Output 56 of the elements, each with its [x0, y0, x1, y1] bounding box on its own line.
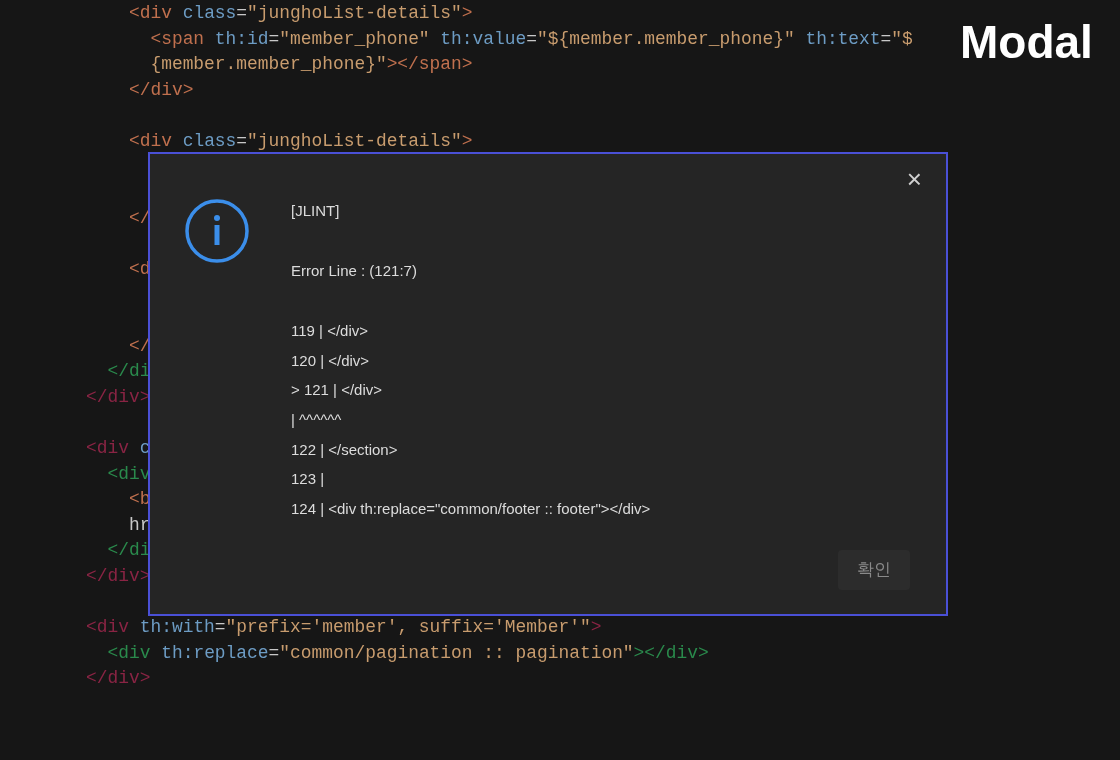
code-attribute: class	[182, 130, 237, 151]
code-tag: <div	[128, 130, 172, 151]
code-tag: </	[128, 207, 151, 228]
confirm-button[interactable]: 확인	[838, 550, 910, 590]
code-tag: <div	[107, 642, 151, 663]
code-string: "prefix='member', suffix='Member'"	[225, 617, 591, 638]
code-punctuation: =	[214, 617, 226, 638]
code-attribute: th:value	[440, 28, 527, 49]
code-string: "junghoList-details"	[247, 3, 462, 23]
close-button[interactable]: ×	[902, 164, 926, 194]
code-string: "$	[891, 28, 913, 49]
code-tag: >	[590, 617, 602, 638]
code-tag: <span	[150, 28, 205, 49]
code-punctuation: =	[526, 28, 537, 49]
code-punctuation: =	[268, 642, 280, 663]
snippet-line: 124 | <div th:replace="common/footer :: footer"></div>	[291, 499, 651, 520]
code-string: "common/pagination :: pagination"	[279, 642, 634, 663]
code-punctuation: =	[236, 130, 248, 151]
code-tag: </	[128, 335, 151, 356]
error-line-text: Error Line : (121:7)	[291, 261, 418, 281]
code-tag: <div	[86, 617, 129, 638]
code-tag: <div	[107, 463, 151, 484]
code-string: "member_phone"	[279, 28, 430, 49]
code-tag: <div	[86, 438, 129, 459]
code-attribute: class	[182, 3, 237, 23]
message-source: [JLINT]	[291, 201, 341, 221]
code-attribute: th:with	[139, 617, 215, 638]
info-icon	[184, 198, 250, 264]
code-tag: >	[461, 3, 473, 23]
code-tag: </di	[107, 361, 151, 382]
snippet-line: > 121 | </div>	[291, 380, 384, 401]
code-string: "${member.member_phone}"	[537, 28, 795, 49]
corner-label: Modal	[960, 15, 1093, 70]
code-punctuation: =	[268, 28, 280, 49]
code-tag: >	[461, 130, 473, 151]
code-attribute: th:text	[805, 28, 881, 49]
snippet-line: 122 | </section>	[291, 439, 399, 460]
snippet-line: 123 |	[291, 469, 326, 490]
code-tag: </div>	[128, 79, 194, 100]
snippet-line: 119 | </div>	[291, 321, 369, 341]
code-tag: </div>	[86, 566, 151, 587]
snippet-line: 120 | </div>	[291, 350, 371, 371]
code-tag: <div	[128, 3, 172, 23]
code-tag: ></div>	[633, 642, 709, 663]
code-tag: </div>	[86, 386, 151, 407]
code-attribute: th:replace	[161, 642, 269, 663]
code-text: hr	[128, 514, 151, 535]
snippet-line: | ^^^^^^	[291, 410, 343, 431]
code-string: {member.member_phone}"	[150, 54, 387, 75]
code-string: "junghoList-details"	[247, 130, 462, 151]
code-tag: </div>	[86, 668, 151, 689]
code-punctuation: =	[880, 28, 892, 49]
code-tag: ></span>	[386, 54, 473, 75]
code-tag: </di	[107, 540, 151, 561]
code-attribute: th:id	[214, 28, 269, 49]
code-punctuation: =	[236, 3, 248, 23]
